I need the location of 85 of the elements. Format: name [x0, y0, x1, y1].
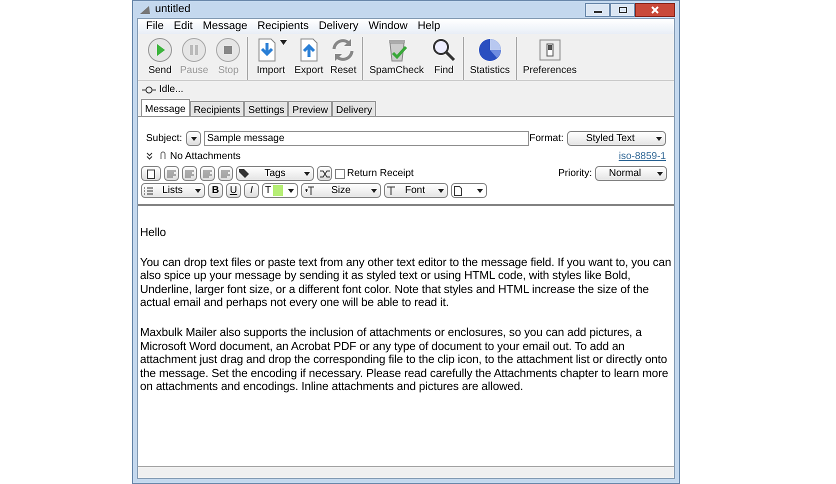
caret-icon: [280, 40, 288, 45]
close-icon: [651, 6, 659, 14]
font-icon: [387, 186, 395, 195]
stop-icon: [215, 37, 242, 63]
subject-history-button[interactable]: [186, 131, 202, 146]
menu-item[interactable]: Delivery: [318, 18, 358, 35]
caret-icon: [656, 136, 662, 140]
menu-item[interactable]: Edit: [174, 18, 193, 35]
align-button[interactable]: [218, 166, 233, 181]
caret-icon: [190, 136, 197, 140]
caret-icon: [288, 188, 294, 192]
align-button[interactable]: [200, 166, 215, 181]
subject-label: Subject:: [146, 132, 182, 146]
toolbar-button[interactable]: Export: [292, 37, 326, 80]
message-paragraph: Hello: [140, 226, 167, 240]
refresh-icon: [330, 37, 356, 63]
align-left-icon: [167, 170, 176, 178]
caret-icon: [304, 172, 310, 176]
list-icon: [144, 186, 153, 194]
size-dropdown[interactable]: Size: [301, 183, 381, 198]
message-paragraph: Maxbulk Mailer also supports the inclusion of attachments or enclosures, so you can add pictures, a Microsoft Word document, an Acrobat PDF or any type of document to your email out. To add an attachment just drag and drop the corresponding file to the clip icon, to the attachment list or directly onto the message. Set the encoding if necessary. Please read carefully the Attachments chapter to learn more on attachments and encodings. Inline attachments and pictures are allowed.: [140, 326, 670, 394]
font-dropdown[interactable]: Font: [384, 183, 448, 198]
clipboard-icon: [147, 168, 155, 178]
plug-icon: [142, 86, 156, 94]
justify-icon: [221, 170, 230, 178]
play-icon: [147, 37, 173, 63]
align-button[interactable]: [164, 166, 179, 181]
tab[interactable]: Recipients: [190, 101, 244, 116]
priority-dropdown[interactable]: Normal: [595, 166, 667, 181]
menu-item[interactable]: Recipients: [257, 18, 309, 35]
toolbar-button[interactable]: Reset: [328, 37, 358, 80]
tags-dropdown[interactable]: Tags: [236, 166, 314, 181]
expand-icon[interactable]: [146, 152, 153, 160]
maximize-button[interactable]: [610, 2, 635, 16]
menu-item[interactable]: File: [146, 18, 164, 35]
app-icon: [139, 4, 151, 16]
underline-button[interactable]: U: [226, 183, 241, 198]
toolbar-button[interactable]: Statistics: [468, 37, 512, 80]
switch-icon: [536, 37, 563, 63]
format-dropdown[interactable]: Styled Text: [566, 131, 666, 146]
tab[interactable]: Preview: [288, 101, 332, 116]
format-label: Format:: [529, 132, 564, 146]
align-center-icon: [185, 170, 194, 178]
search-icon: [430, 37, 457, 63]
align-right-icon: [203, 170, 212, 178]
menu-item[interactable]: Message: [202, 18, 248, 35]
minimize-button[interactable]: [585, 2, 610, 16]
tab[interactable]: Settings: [244, 101, 288, 116]
background-color-dropdown[interactable]: [451, 183, 487, 198]
tab[interactable]: Message: [141, 99, 190, 116]
italic-button[interactable]: I: [244, 183, 259, 198]
subject-field[interactable]: Sample message: [204, 131, 530, 146]
caret-icon: [195, 188, 201, 192]
caret-icon: [477, 188, 483, 192]
bold-button[interactable]: B: [208, 183, 223, 198]
return-receipt-checkbox[interactable]: Return Receipt: [335, 166, 414, 181]
toolbar-button[interactable]: Preferences: [520, 37, 579, 80]
encoding-link[interactable]: iso-8859-1: [618, 148, 666, 164]
pause-icon: [181, 37, 208, 63]
tab[interactable]: Delivery: [332, 101, 376, 116]
tag-icon: [239, 169, 249, 178]
toolbar-button[interactable]: Send: [145, 37, 175, 80]
align-button[interactable]: [182, 166, 197, 181]
status-text: Idle...: [159, 83, 184, 97]
page-icon: [454, 186, 462, 196]
toolbar-button[interactable]: Import: [252, 37, 290, 80]
shuffle-button[interactable]: [317, 166, 332, 181]
priority-label: Priority:: [558, 167, 592, 181]
attachments-text: No Attachments: [170, 150, 241, 164]
menu-item[interactable]: Help: [418, 18, 440, 35]
close-button[interactable]: [635, 2, 675, 16]
text-color-dropdown[interactable]: T: [262, 183, 298, 198]
paste-button[interactable]: [141, 166, 161, 181]
menu-item[interactable]: Window: [368, 18, 408, 35]
pie-chart-icon: [476, 37, 503, 63]
caret-icon: [371, 188, 377, 192]
toolbar-button[interactable]: Find: [428, 37, 459, 80]
message-paragraph: You can drop text files or paste text from any other text editor to the message field. If you want to, you can also spice up your message by sending it as styled text or using HTML code, with styles like Bold, Underline, larger font size, or a different font color. Note that styles and HTML increase the size of the actual email and perhaps not every one will be able to read it.: [140, 256, 672, 310]
toolbar-button[interactable]: SpamCheck: [367, 37, 426, 80]
shuffle-icon: [320, 170, 330, 178]
font-size-icon: [304, 186, 314, 195]
caret-icon: [438, 188, 444, 192]
window-title: untitled: [155, 2, 190, 18]
caret-icon: [657, 172, 663, 176]
lists-dropdown[interactable]: Lists: [141, 183, 205, 198]
